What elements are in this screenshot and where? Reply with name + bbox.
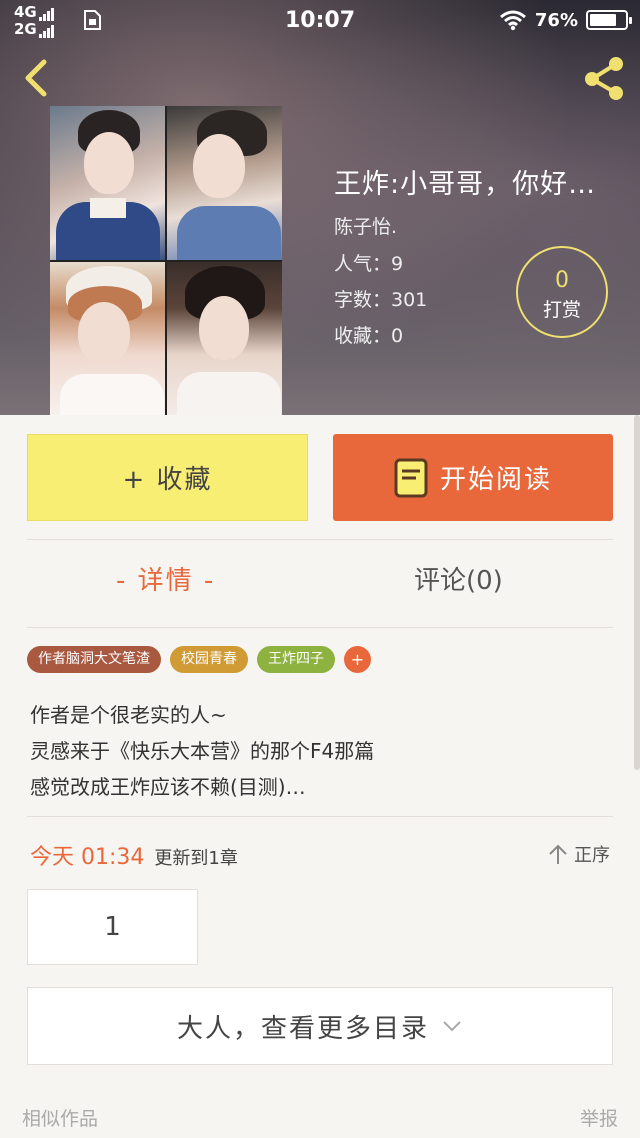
reward-count: 0 (555, 268, 569, 293)
cover-photo (167, 262, 282, 415)
book-popularity: 人气：9 (334, 253, 404, 275)
book-author[interactable]: 陈子怡. (334, 212, 397, 239)
battery-level (590, 14, 616, 26)
update-time: 今天 01:34 (30, 845, 145, 870)
description-line: 灵感来于《快乐大本营》的那个F4那篇 (30, 739, 375, 763)
battery-percent: 76% (534, 9, 578, 31)
share-button[interactable] (578, 52, 630, 104)
tab-detail[interactable]: - 详情 - (116, 560, 215, 597)
update-label: 更新到1章 (154, 848, 238, 869)
description-line: 感觉改成王炸应该不赖(目测)… (30, 775, 306, 799)
arrow-up-icon (549, 844, 567, 864)
divider (27, 627, 613, 628)
wifi-icon (499, 10, 526, 31)
add-favorite-label: + 收藏 (122, 465, 213, 495)
chevron-down-icon (443, 1021, 461, 1032)
chapter-number: 1 (104, 912, 121, 942)
book-cover[interactable] (50, 106, 282, 415)
reward-button[interactable]: 0 打赏 (516, 246, 608, 338)
scrollbar[interactable] (634, 415, 640, 770)
chapter-item[interactable]: 1 (27, 889, 198, 965)
cover-photo (167, 106, 282, 260)
status-bar: 4G 2G 10:07 76% (0, 0, 640, 42)
add-favorite-button[interactable]: + 收藏 (27, 434, 308, 521)
tag-list: 作者脑洞大文笔渣 校园青春 王炸四子 + (27, 646, 371, 673)
reward-label: 打赏 (542, 299, 581, 321)
tag-chip[interactable]: 王炸四子 (257, 646, 335, 673)
sort-order-toggle[interactable]: 正序 (548, 841, 610, 867)
back-button[interactable] (14, 52, 58, 100)
tab-comments[interactable]: 评论(0) (414, 560, 503, 597)
book-header: 4G 2G 10:07 76% 王炸:小哥哥，你好… 陈子怡. 人气：9 字数：… (0, 0, 640, 415)
add-tag-button[interactable]: + (344, 646, 371, 673)
divider (27, 539, 613, 540)
book-description[interactable]: 作者是个很老实的人~ 灵感来于《快乐大本营》的那个F4那篇 感觉改成王炸应该不赖… (30, 697, 610, 805)
cover-photo (50, 106, 165, 260)
book-icon (394, 458, 428, 497)
tag-chip[interactable]: 校园青春 (170, 646, 248, 673)
start-reading-button[interactable]: 开始阅读 (333, 434, 613, 521)
divider (27, 816, 613, 817)
view-more-directory-label: 大人，查看更多目录 (176, 1013, 429, 1044)
battery-icon (586, 10, 632, 30)
view-more-directory-button[interactable]: 大人，查看更多目录 (27, 987, 613, 1065)
description-line: 作者是个很老实的人~ (30, 703, 227, 727)
cover-photo (50, 262, 165, 415)
start-reading-label: 开始阅读 (439, 465, 552, 495)
tag-chip[interactable]: 作者脑洞大文笔渣 (27, 646, 161, 673)
book-favorites: 收藏：0 (334, 325, 404, 347)
similar-works-link[interactable]: 相似作品 (22, 1104, 98, 1131)
sort-order-label: 正序 (574, 845, 610, 866)
book-word-count: 字数：301 (334, 289, 428, 311)
book-title: 王炸:小哥哥，你好… (334, 169, 597, 200)
report-link[interactable]: 举报 (580, 1104, 618, 1131)
update-info: 今天 01:34 更新到1章 (30, 839, 238, 871)
